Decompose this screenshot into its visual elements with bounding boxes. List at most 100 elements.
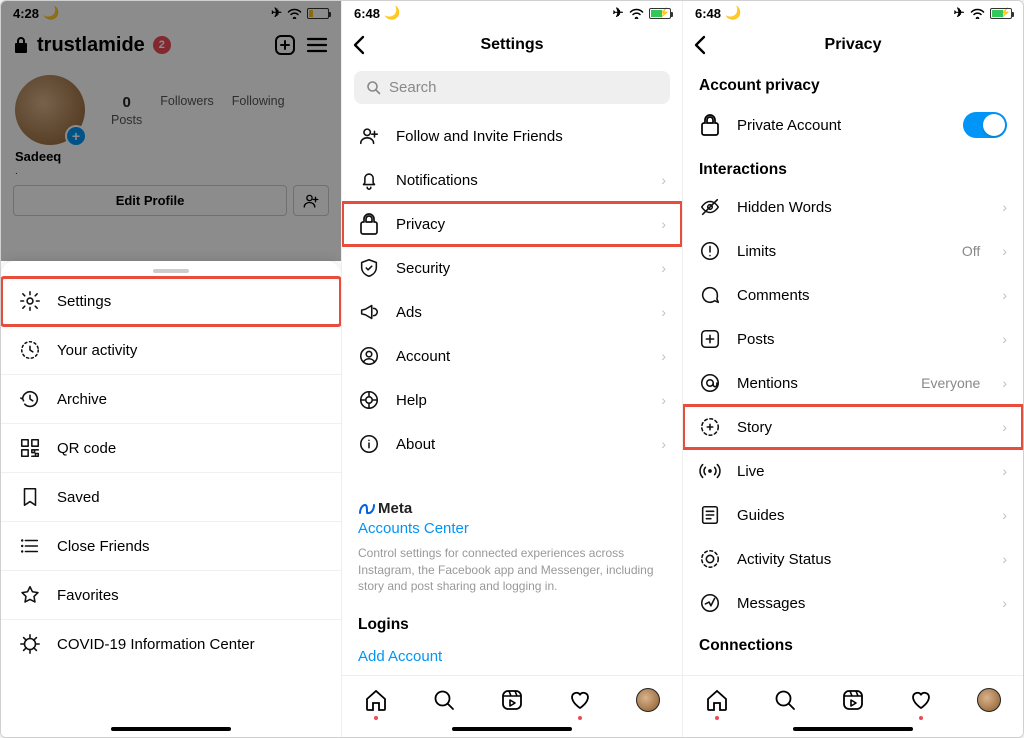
row-label: Comments: [737, 287, 986, 304]
profile-pane: 4:28 🌙 ✈︎ trustlamide 2: [1, 1, 342, 737]
row-label: Story: [737, 419, 986, 436]
privacy-row-story[interactable]: Story ›: [683, 405, 1023, 449]
chevron-right-icon: ›: [1002, 507, 1007, 523]
settings-row-ads[interactable]: Ads›: [342, 290, 682, 334]
sheet-item-your-activity[interactable]: Your activity: [1, 326, 341, 375]
nav-header: Settings: [342, 25, 682, 65]
settings-row-security[interactable]: Security›: [342, 246, 682, 290]
home-indicator: [793, 727, 913, 731]
settings-row-help[interactable]: Help›: [342, 378, 682, 422]
sheet-item-qr-code[interactable]: QR code: [1, 424, 341, 473]
mention-icon: [699, 372, 721, 394]
private-account-row: Private Account: [683, 101, 1023, 149]
status-bar: 6:48 🌙 ✈︎ ⚡: [683, 1, 1023, 25]
history-icon: [19, 388, 41, 410]
privacy-row-mentions[interactable]: MentionsEveryone›: [683, 361, 1023, 405]
settings-row-notifications[interactable]: Notifications›: [342, 158, 682, 202]
reels-tab[interactable]: [500, 688, 524, 712]
lock-icon: [699, 114, 721, 136]
guides-icon: [699, 504, 721, 526]
settings-row-follow-and-invite-friends[interactable]: Follow and Invite Friends: [342, 114, 682, 158]
search-input[interactable]: Search: [354, 71, 670, 104]
chevron-right-icon: ›: [1002, 595, 1007, 611]
edit-profile-button[interactable]: Edit Profile: [13, 185, 287, 216]
back-button[interactable]: [693, 35, 706, 55]
row-label: Guides: [737, 507, 986, 524]
row-label: Messages: [737, 595, 986, 612]
avatar[interactable]: +: [15, 75, 85, 145]
chevron-right-icon: ›: [1002, 419, 1007, 435]
row-trail: Everyone: [921, 375, 980, 391]
back-button[interactable]: [352, 35, 365, 55]
chevron-right-icon: ›: [661, 348, 666, 364]
privacy-row-activity-status[interactable]: Activity Status›: [683, 537, 1023, 581]
eye-hidden-icon: [699, 196, 721, 218]
wifi-icon: [287, 8, 302, 19]
menu-icon[interactable]: [305, 35, 329, 55]
tab-bar: [342, 675, 682, 723]
following-stat[interactable]: Following: [232, 94, 285, 127]
sheet-item-close-friends[interactable]: Close Friends: [1, 522, 341, 571]
search-tab[interactable]: [432, 688, 456, 712]
status-time: 6:48: [695, 6, 721, 21]
battery-icon: [307, 8, 329, 19]
sheet-item-label: Archive: [57, 391, 107, 408]
posts-stat[interactable]: 0 Posts: [111, 94, 142, 127]
settings-row-about[interactable]: About ›: [342, 422, 682, 466]
privacy-row-hidden-words[interactable]: Hidden Words›: [683, 185, 1023, 229]
sheet-item-archive[interactable]: Archive: [1, 375, 341, 424]
privacy-row-posts[interactable]: Posts›: [683, 317, 1023, 361]
profile-tab[interactable]: [636, 688, 660, 712]
chevron-right-icon: ›: [661, 392, 666, 408]
settings-row-privacy[interactable]: Privacy›: [342, 202, 682, 246]
add-story-plus-icon[interactable]: +: [65, 125, 87, 147]
notification-badge: 2: [153, 36, 171, 54]
discover-people-button[interactable]: [293, 185, 329, 216]
qr-icon: [19, 437, 41, 459]
private-account-toggle[interactable]: [963, 112, 1007, 138]
home-tab[interactable]: [705, 688, 729, 712]
reels-tab[interactable]: [841, 688, 865, 712]
home-tab[interactable]: [364, 688, 388, 712]
wifi-icon: [629, 8, 644, 19]
privacy-row-live[interactable]: Live›: [683, 449, 1023, 493]
gear-icon: [19, 290, 41, 312]
sheet-item-saved[interactable]: Saved: [1, 473, 341, 522]
status-time: 6:48: [354, 6, 380, 21]
privacy-row-guides[interactable]: Guides ›: [683, 493, 1023, 537]
row-label: About: [396, 436, 645, 453]
wifi-icon: [970, 8, 985, 19]
plus-square-icon: [699, 328, 721, 350]
activity-tab[interactable]: [909, 688, 933, 712]
add-account-link[interactable]: Add Account: [342, 644, 682, 675]
sheet-item-settings[interactable]: Settings: [1, 277, 341, 326]
chevron-right-icon: ›: [1002, 463, 1007, 479]
settings-row-account[interactable]: Account›: [342, 334, 682, 378]
accounts-center-link[interactable]: Accounts Center: [358, 517, 666, 545]
help-icon: [358, 389, 380, 411]
moon-icon: 🌙: [43, 5, 59, 21]
privacy-row-messages[interactable]: Messages ›: [683, 581, 1023, 625]
profile-tab[interactable]: [977, 688, 1001, 712]
chevron-right-icon: ›: [661, 436, 666, 452]
megaphone-icon: [358, 301, 380, 323]
info-icon: [358, 433, 380, 455]
privacy-row-limits[interactable]: LimitsOff›: [683, 229, 1023, 273]
activity-tab[interactable]: [568, 688, 592, 712]
chevron-right-icon: ›: [1002, 243, 1007, 259]
sheet-item-favorites[interactable]: Favorites: [1, 571, 341, 620]
logins-header: Logins: [342, 600, 682, 644]
chevron-right-icon: ›: [661, 216, 666, 232]
row-label: Security: [396, 260, 645, 277]
followers-stat[interactable]: Followers: [160, 94, 214, 127]
page-title: Privacy: [825, 36, 882, 54]
moon-icon: 🌙: [384, 5, 400, 21]
comment-icon: [699, 284, 721, 306]
privacy-row-comments[interactable]: Comments›: [683, 273, 1023, 317]
search-tab[interactable]: [773, 688, 797, 712]
sheet-grabber[interactable]: [153, 269, 189, 273]
username[interactable]: trustlamide: [37, 34, 145, 57]
sheet-item-covid-19-information-center[interactable]: COVID-19 Information Center: [1, 620, 341, 668]
connections-header: Connections: [683, 625, 1023, 661]
create-icon[interactable]: [273, 33, 297, 57]
